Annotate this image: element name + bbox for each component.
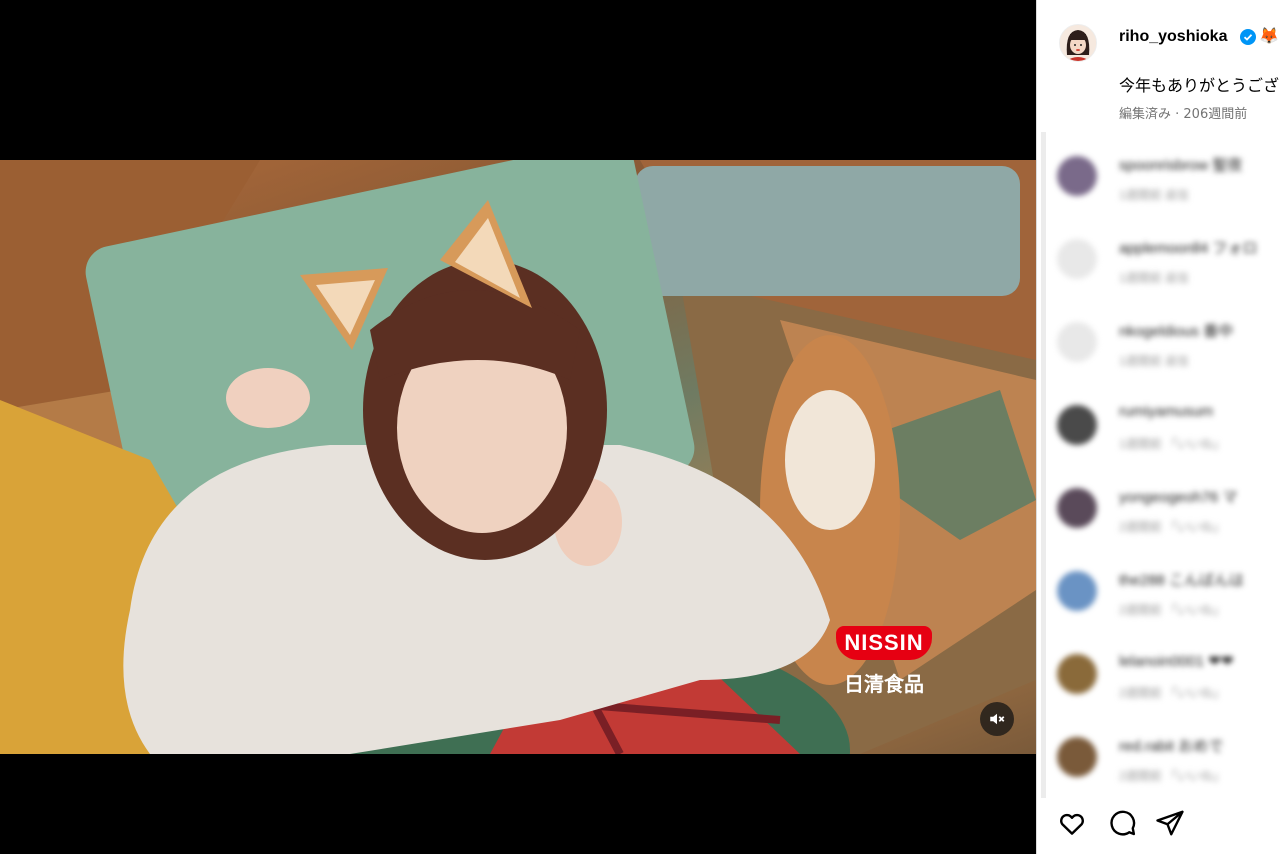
username[interactable]: riho_yoshioka <box>1119 28 1227 46</box>
comments-list: spoonrisbrow 聖夜 1週間前 返信 applemoonll4 フォロ… <box>1041 132 1280 798</box>
brand-sub: 日清食品 <box>844 672 924 696</box>
comment-item[interactable]: lelanoin0001 ❤❤ 2週間前 「いいね」 <box>1041 636 1280 700</box>
video-frame[interactable]: NISSIN 日清食品 <box>0 160 1036 754</box>
comment-meta: 1週間前 返信 <box>1119 271 1190 285</box>
comment-text: nkogeldious 番中 <box>1119 323 1234 340</box>
post-side-panel: riho_yoshioka 🦊 今年もありがとうござ 編集済み · 206週間前… <box>1036 0 1280 854</box>
avatar[interactable] <box>1059 24 1097 62</box>
avatar-illustration <box>1060 25 1096 61</box>
comment-meta: 2週間前 「いいね」 <box>1119 520 1226 534</box>
comment-text: the288 こんばんは <box>1119 572 1245 589</box>
comment-item[interactable]: red.rabit おめで 2週間前 「いいね」 <box>1041 719 1280 783</box>
speaker-muted-icon <box>990 713 1005 725</box>
comment-item[interactable]: the288 こんばんは 2週間前 「いいね」 <box>1041 553 1280 617</box>
share-icon <box>1156 810 1184 836</box>
comment-meta: 1週間前 返信 <box>1119 354 1190 368</box>
brand-name: NISSIN <box>836 626 932 660</box>
like-button[interactable] <box>1057 808 1087 838</box>
avatar[interactable] <box>1057 405 1097 445</box>
comment-text: lelanoin0001 ❤❤ <box>1119 653 1234 670</box>
comment-text: spoonrisbrow 聖夜 <box>1119 157 1243 174</box>
avatar[interactable] <box>1057 156 1097 196</box>
avatar[interactable] <box>1057 239 1097 279</box>
comment-meta: 1週間前 返信 <box>1119 188 1190 202</box>
comment-item[interactable]: rumiyamusum 1週間前 「いいね」 <box>1041 387 1280 451</box>
comment-text: red.rabit おめで <box>1119 738 1224 755</box>
fox-emoji: 🦊 <box>1259 28 1279 45</box>
comment-item[interactable]: spoonrisbrow 聖夜 1週間前 返信 <box>1041 138 1280 202</box>
avatar[interactable] <box>1057 571 1097 611</box>
comment-item[interactable]: yongeogeoh76 マ 2週間前 「いいね」 <box>1041 470 1280 534</box>
comment-item[interactable]: applemoonll4 フォロ 1週間前 返信 <box>1041 221 1280 285</box>
heart-icon <box>1060 813 1084 835</box>
comment-item[interactable]: nkogeldious 番中 1週間前 返信 <box>1041 304 1280 368</box>
comment-text: yongeogeoh76 マ <box>1119 489 1238 506</box>
mute-button[interactable] <box>980 702 1014 736</box>
comment-meta: 2週間前 「いいね」 <box>1119 603 1226 617</box>
avatar[interactable] <box>1057 654 1097 694</box>
avatar[interactable] <box>1057 488 1097 528</box>
comment-meta: 1週間前 「いいね」 <box>1119 437 1226 451</box>
avatar[interactable] <box>1057 737 1097 777</box>
post-meta: 編集済み · 206週間前 <box>1119 107 1248 122</box>
comment-icon <box>1110 810 1136 836</box>
comment-text: rumiyamusum <box>1119 403 1214 420</box>
comment-meta: 2週間前 「いいね」 <box>1119 769 1226 783</box>
video-player[interactable]: NISSIN 日清食品 <box>0 0 1036 854</box>
comment-meta: 2週間前 「いいね」 <box>1119 686 1226 700</box>
nissin-logo: NISSIN 日清食品 <box>836 626 932 697</box>
post-header: riho_yoshioka 🦊 今年もありがとうござ 編集済み · 206週間前 <box>1037 0 1280 130</box>
avatar[interactable] <box>1057 322 1097 362</box>
verified-badge-icon <box>1240 29 1256 45</box>
post-caption: 今年もありがとうござ <box>1119 76 1280 95</box>
action-bar <box>1037 798 1280 854</box>
share-button[interactable] <box>1155 808 1185 838</box>
comment-text: applemoonll4 フォロ <box>1119 240 1258 257</box>
comment-button[interactable] <box>1107 808 1137 838</box>
